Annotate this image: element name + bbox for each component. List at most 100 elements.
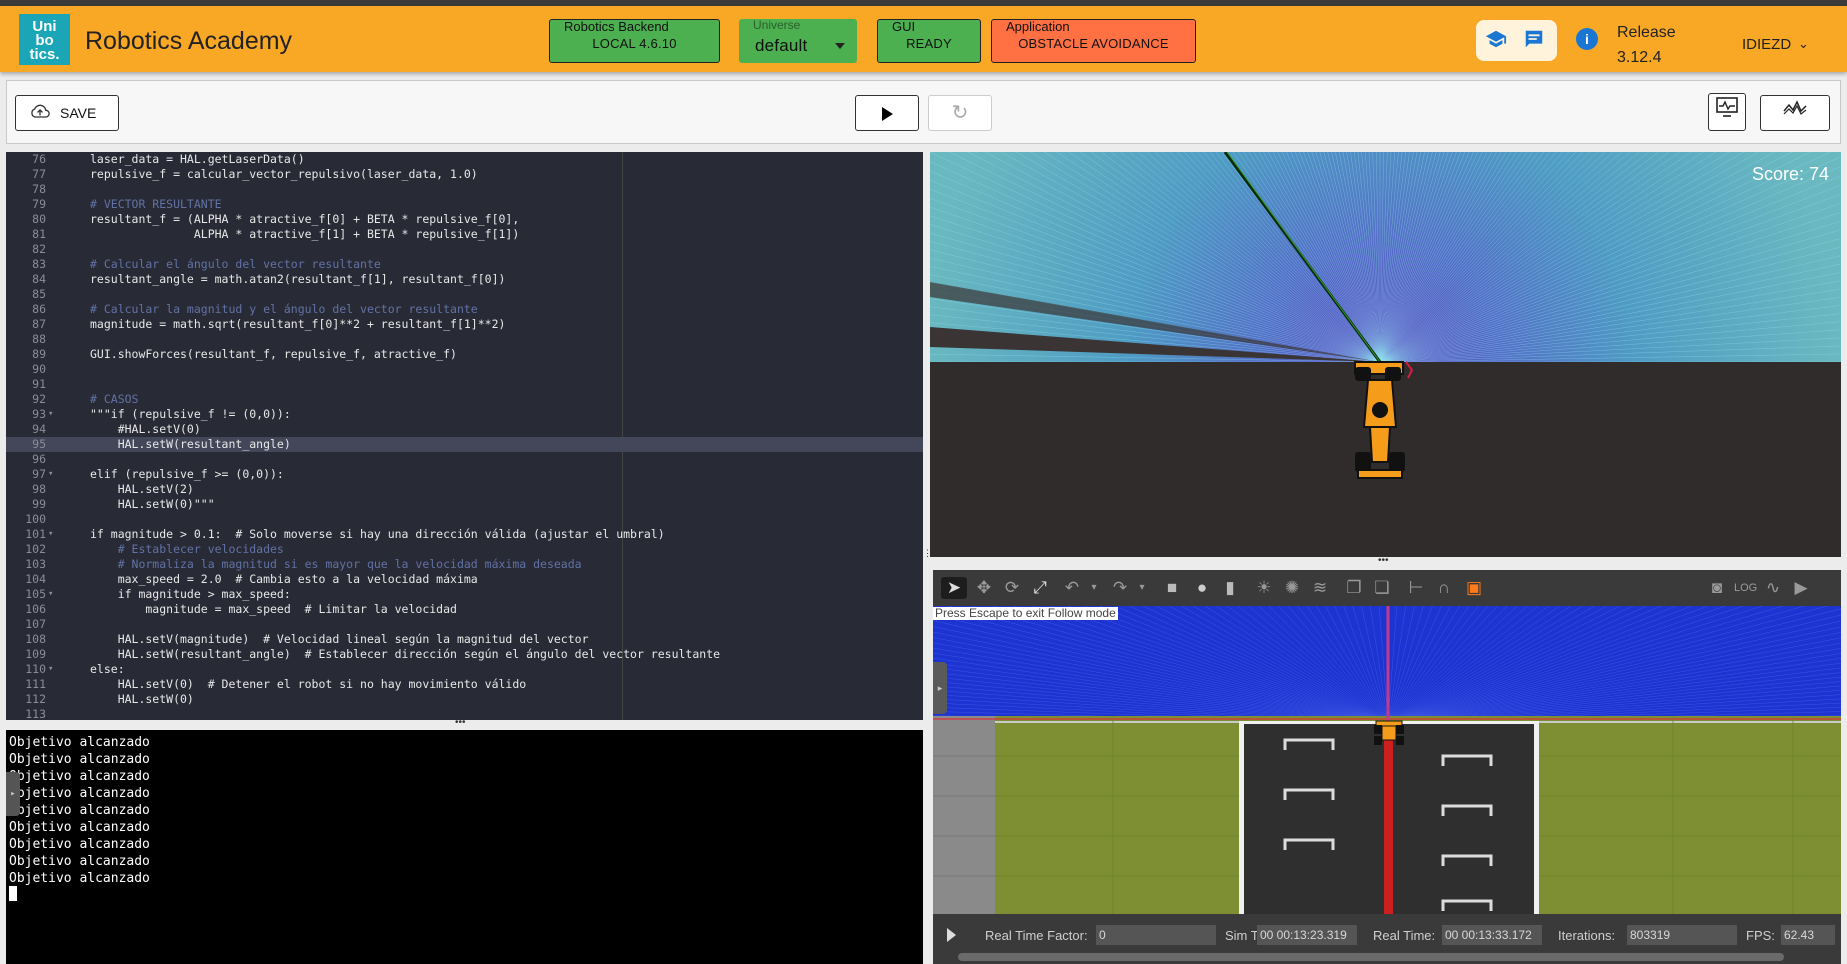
line-number: 112: [25, 692, 46, 706]
code-line[interactable]: 112 HAL.setW(0): [6, 692, 923, 707]
snap-icon[interactable]: ∩: [1433, 577, 1455, 599]
align-icon[interactable]: ⊢: [1405, 577, 1427, 599]
code-line[interactable]: 102 # Establecer velocidades: [6, 542, 923, 557]
code-line[interactable]: 110 ▾ else:: [6, 662, 923, 677]
code-line[interactable]: 100: [6, 512, 923, 527]
redo-history-icon[interactable]: ▾: [1131, 577, 1153, 599]
robotics-backend-button[interactable]: Robotics Backend LOCAL 4.6.10: [549, 19, 720, 63]
code-line[interactable]: 107: [6, 617, 923, 632]
code-line[interactable]: 90: [6, 362, 923, 377]
code-line[interactable]: 77 repulsive_f = calcular_vector_repulsiv…: [6, 167, 923, 182]
code-line[interactable]: 99 HAL.setW(0)""": [6, 497, 923, 512]
plot-icon[interactable]: ∿: [1762, 577, 1784, 599]
monitor-button[interactable]: [1708, 93, 1746, 131]
code-line[interactable]: 104 max_speed = 2.0 # Cambia esto a la v…: [6, 572, 923, 587]
paste-icon[interactable]: ❏: [1371, 577, 1393, 599]
code-line[interactable]: 109 HAL.setW(resultant_angle) # Establec…: [6, 647, 923, 662]
code-line[interactable]: 79 # VECTOR RESULTANTE: [6, 197, 923, 212]
code-line[interactable]: 91: [6, 377, 923, 392]
code-line[interactable]: 89 GUI.showForces(resultant_f, repulsive_…: [6, 347, 923, 362]
code-line[interactable]: 83 # Calcular el ángulo del vector result…: [6, 257, 923, 272]
line-number: 80: [32, 212, 46, 226]
code-line[interactable]: 88: [6, 332, 923, 347]
code-line[interactable]: 80 resultant_f = (ALPHA * atractive_f[0] …: [6, 212, 923, 227]
fold-icon[interactable]: ▾: [48, 662, 53, 677]
gazebo-scrollbar[interactable]: [958, 953, 1784, 961]
fold-icon[interactable]: ▾: [48, 527, 53, 542]
gui-status-button[interactable]: GUI READY: [877, 19, 981, 63]
user-menu[interactable]: IDIEZD: [1742, 36, 1791, 53]
code-line[interactable]: 78: [6, 182, 923, 197]
console-side-toggle[interactable]: ▸: [6, 772, 20, 816]
code-line[interactable]: 95 HAL.setW(resultant_angle): [6, 437, 923, 452]
console-output[interactable]: Objetivo alcanzado Objetivo alcanzado Obje…: [6, 730, 923, 964]
code-line[interactable]: 84 resultant_angle = math.atan2(resultant…: [6, 272, 923, 287]
log-icon[interactable]: LOG: [1734, 577, 1757, 599]
code-line[interactable]: 87 magnitude = math.sqrt(resultant_f[0]**…: [6, 317, 923, 332]
box-shape-icon[interactable]: ■: [1161, 577, 1183, 599]
code-line[interactable]: 76 laser_data = HAL.getLaserData(): [6, 152, 923, 167]
gazebo-side-toggle[interactable]: ▸: [933, 662, 947, 714]
code-line[interactable]: 92 # CASOS: [6, 392, 923, 407]
code-line[interactable]: 94 #HAL.setV(0): [6, 422, 923, 437]
graduation-cap-icon[interactable]: [1484, 28, 1508, 52]
code-line[interactable]: 97 ▾ elif (repulsive_f >= (0,0)):: [6, 467, 923, 482]
code-text: # Normaliza la magnitud si es mayor que …: [90, 557, 582, 571]
unibotics-logo[interactable]: Uni bo tics.: [19, 14, 70, 65]
code-line[interactable]: 82: [6, 242, 923, 257]
code-text: HAL.setV(0) # Detener el robot si no hay…: [90, 677, 527, 691]
code-line[interactable]: 101 ▾ if magnitude > 0.1: # Solo moverse s…: [6, 527, 923, 542]
code-line[interactable]: 108 HAL.setV(magnitude) # Velocidad line…: [6, 632, 923, 647]
reset-button[interactable]: ↻: [928, 95, 992, 131]
translate-icon[interactable]: ✥: [973, 577, 995, 599]
fold-icon[interactable]: ▾: [48, 467, 53, 482]
screenshot-icon[interactable]: ◙: [1706, 577, 1728, 599]
monitor-icon: [1716, 97, 1738, 117]
code-line[interactable]: 103 # Normaliza la magnitud si es mayor …: [6, 557, 923, 572]
rotate-icon[interactable]: ⟳: [1001, 577, 1023, 599]
line-number: 87: [32, 317, 46, 331]
point-light-icon[interactable]: ☀: [1253, 577, 1275, 599]
redo-icon[interactable]: ↷: [1109, 577, 1131, 599]
code-line[interactable]: 86 # Calcular la magnitud y el ángulo del…: [6, 302, 923, 317]
sphere-shape-icon[interactable]: ●: [1191, 577, 1213, 599]
save-button[interactable]: SAVE: [15, 95, 119, 131]
fold-icon[interactable]: ▾: [48, 407, 53, 422]
cylinder-shape-icon[interactable]: ▮: [1219, 577, 1241, 599]
scale-icon[interactable]: ⤢: [1029, 577, 1051, 599]
directional-light-icon[interactable]: ≋: [1309, 577, 1331, 599]
code-line[interactable]: 85: [6, 287, 923, 302]
editor-resize-handle[interactable]: •••: [455, 718, 471, 728]
play-button[interactable]: [855, 95, 919, 131]
fold-icon[interactable]: ▾: [48, 587, 53, 602]
code-line[interactable]: 81 ALPHA * atractive_f[1] + BETA * repul…: [6, 227, 923, 242]
code-text: laser_data = HAL.getLaserData(): [90, 152, 305, 166]
code-line[interactable]: 105 ▾ if magnitude > max_speed:: [6, 587, 923, 602]
code-line[interactable]: 111 HAL.setV(0) # Detener el robot si no…: [6, 677, 923, 692]
code-editor[interactable]: 76 laser_data = HAL.getLaserData() 77 repul…: [6, 152, 923, 720]
vertical-resize-handle[interactable]: ⋮: [923, 548, 932, 564]
code-line[interactable]: 96: [6, 452, 923, 467]
forum-icon[interactable]: [1522, 28, 1546, 52]
select-arrow-icon[interactable]: ➤: [941, 577, 967, 599]
code-line[interactable]: 93 ▾ """if (repulsive_f != (0,0)):: [6, 407, 923, 422]
chevron-down-icon[interactable]: ⌄: [1798, 36, 1809, 52]
code-line[interactable]: 98 HAL.setV(2): [6, 482, 923, 497]
gazebo-play-icon[interactable]: [947, 928, 956, 942]
record-video-icon[interactable]: ▶: [1790, 577, 1812, 599]
spot-light-icon[interactable]: ✺: [1281, 577, 1303, 599]
info-icon[interactable]: i: [1576, 28, 1598, 50]
gazebo-3d-view[interactable]: Press Escape to exit Follow mode ▸: [933, 606, 1841, 914]
sim-resize-handle[interactable]: •••: [1378, 556, 1394, 566]
copy-icon[interactable]: ❐: [1343, 577, 1365, 599]
view-angle-icon[interactable]: ▣: [1463, 577, 1485, 599]
undo-icon[interactable]: ↶: [1061, 577, 1083, 599]
application-button[interactable]: Application OBSTACLE AVOIDANCE: [991, 19, 1196, 63]
code-line[interactable]: 106 magnitude = max_speed # Limitar la v…: [6, 602, 923, 617]
code-text: repulsive_f = calcular_vector_repulsivo(…: [90, 167, 478, 181]
universe-select[interactable]: Universe default: [739, 18, 857, 63]
undo-history-icon[interactable]: ▾: [1083, 577, 1105, 599]
line-number: 104: [25, 572, 46, 586]
theory-button[interactable]: [1760, 95, 1830, 131]
console-line: Objetivo alcanzado: [9, 837, 150, 852]
